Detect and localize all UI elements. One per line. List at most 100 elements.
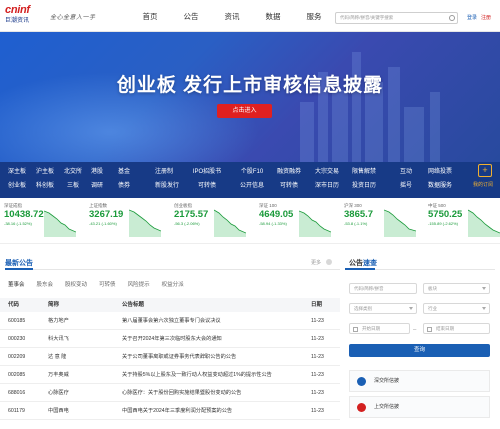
nav-services[interactable]: 服务 bbox=[294, 0, 334, 32]
quick-item[interactable]: 注册制 bbox=[150, 167, 178, 177]
quick-item[interactable]: 个股F10 bbox=[236, 167, 268, 177]
quick-item[interactable]: 债券 bbox=[110, 181, 138, 191]
quick-item[interactable]: 港股 bbox=[83, 167, 111, 177]
quick-item[interactable]: 限售解禁 bbox=[347, 167, 381, 177]
quick-item[interactable]: 网络投票 bbox=[423, 167, 457, 177]
nav-news[interactable]: 资讯 bbox=[212, 0, 252, 32]
row-title[interactable]: 关于持股5%以上股东及一致行动人权益变动超过1%的提示性公告 bbox=[122, 366, 307, 384]
quick-item[interactable]: 基金 bbox=[110, 167, 138, 177]
more-arrow-icon[interactable] bbox=[326, 259, 332, 265]
index-card[interactable]: 沪深 300 3865.7 -53.8 (-1.1%) bbox=[344, 203, 416, 241]
row-name[interactable]: 万丰奥威 bbox=[48, 366, 69, 384]
tab-shareholders[interactable]: 股东会 bbox=[37, 280, 54, 288]
row-name[interactable]: 达 意 隆 bbox=[48, 348, 66, 366]
banner-enter-button[interactable]: 点击进入 bbox=[217, 104, 272, 118]
quick-item[interactable]: 可转债 bbox=[272, 181, 306, 191]
register-link[interactable]: 注册 bbox=[481, 14, 491, 21]
szse-logo-icon bbox=[357, 377, 366, 386]
end-date-input[interactable]: 结束日期 bbox=[423, 323, 490, 334]
quick-item[interactable]: 大宗交易 bbox=[310, 167, 344, 177]
login-link[interactable]: 登录 bbox=[467, 14, 477, 21]
row-name[interactable]: 心脉医疗 bbox=[48, 384, 69, 402]
announcement-tabs: 董事会 股东会 股权变动 可转债 风险提示 权益分派 bbox=[8, 280, 196, 288]
row-title[interactable]: 心脉医疗：关于股份回购实施结果暨股份变动的公告 bbox=[122, 384, 307, 402]
my-subscription-label[interactable]: 我的订阅 bbox=[473, 181, 493, 188]
tab-convertible[interactable]: 可转债 bbox=[99, 280, 116, 288]
quick-item[interactable]: 摇号 bbox=[392, 181, 420, 191]
row-title[interactable]: 关于召开2024年第三次临时股东大会的通知 bbox=[122, 330, 307, 348]
quick-item[interactable]: 科创板 bbox=[31, 181, 59, 191]
quick-query-title-b: 速查 bbox=[363, 260, 377, 267]
index-card[interactable]: 上证指数 3267.19 -43.21 (-1.60%) bbox=[89, 203, 161, 241]
plate-select[interactable]: 板块 bbox=[423, 283, 490, 294]
quick-item[interactable]: 互动 bbox=[392, 167, 420, 177]
quick-item[interactable]: IPO招股书 bbox=[187, 167, 227, 177]
quick-item[interactable]: 深主板 bbox=[3, 167, 31, 177]
industry-select-label: 行业 bbox=[428, 306, 437, 311]
row-code: 600185 bbox=[8, 318, 26, 324]
quick-item[interactable]: 调研 bbox=[83, 181, 111, 191]
table-row[interactable]: 002209 达 意 隆 关于公司董事离职或证券事务代表辞职公告的公告 11-2… bbox=[0, 348, 340, 366]
quick-item[interactable]: 融资融券 bbox=[272, 167, 306, 177]
sse-disclosure-link[interactable]: 上交所信披 bbox=[349, 396, 490, 418]
search-input[interactable]: 代码/简称/拼音/关键字搜索 bbox=[335, 12, 458, 24]
code-search-placeholder: 代码/简称/拼音 bbox=[354, 286, 384, 291]
building-graphic bbox=[352, 52, 361, 162]
hero-banner[interactable]: 创业板 发行上市审核信息披露 点击进入 bbox=[0, 32, 500, 162]
industry-select[interactable]: 行业 bbox=[423, 303, 490, 314]
quick-query-title: 公告速查 bbox=[349, 258, 377, 268]
table-row[interactable]: 688016 心脉医疗 心脉医疗：关于股份回购实施结果暨股份变动的公告 11-2… bbox=[0, 384, 340, 402]
subscribe-icon[interactable]: + bbox=[478, 164, 492, 177]
row-date: 11-23 bbox=[311, 390, 324, 396]
table-row[interactable]: 002085 万丰奥威 关于持股5%以上股东及一致行动人权益变动超过1%的提示性… bbox=[0, 366, 340, 384]
szse-disclosure-link[interactable]: 深交所信披 bbox=[349, 370, 490, 392]
more-link[interactable]: 更多 bbox=[311, 259, 321, 266]
tab-equity-change[interactable]: 股权变动 bbox=[65, 280, 87, 288]
nav-announcements[interactable]: 公告 bbox=[171, 0, 211, 32]
index-card[interactable]: 中证 500 5750.25 -155.89 (-2.62%) bbox=[428, 203, 500, 241]
tab-board[interactable]: 董事会 bbox=[8, 280, 25, 288]
search-icon[interactable] bbox=[449, 15, 455, 21]
quick-item[interactable]: 新股发行 bbox=[150, 181, 184, 191]
szse-disclosure-label: 深交所信披 bbox=[374, 378, 400, 384]
index-sparkline bbox=[384, 209, 416, 237]
index-card[interactable]: 深证成指 10438.72 -38.16 (-1.52%) bbox=[4, 203, 76, 241]
table-row[interactable]: 600185 格力地产 第八届董事会第六次独立董事专门会议决议 11-23 bbox=[0, 312, 340, 330]
index-sparkline bbox=[214, 209, 246, 237]
quick-item[interactable]: 可转债 bbox=[187, 181, 227, 191]
quick-item[interactable]: 数据服务 bbox=[423, 181, 457, 191]
query-button[interactable]: 查询 bbox=[349, 344, 490, 357]
announcements-title: 最新公告 bbox=[5, 260, 33, 267]
section-divider bbox=[5, 268, 340, 270]
table-row[interactable]: 000230 科大讯飞 关于召开2024年第三次临时股东大会的通知 11-23 bbox=[0, 330, 340, 348]
row-title[interactable]: 关于公司董事离职或证券事务代表辞职公告的公告 bbox=[122, 348, 307, 366]
quick-item[interactable]: 沪主板 bbox=[31, 167, 59, 177]
quick-item[interactable]: 深市日历 bbox=[310, 181, 344, 191]
row-name[interactable]: 科大讯飞 bbox=[48, 330, 69, 348]
start-date-placeholder: 开始日期 bbox=[362, 326, 380, 331]
index-sparkline bbox=[299, 210, 331, 237]
start-date-input[interactable]: 开始日期 bbox=[349, 323, 410, 334]
chevron-down-icon bbox=[482, 307, 486, 310]
row-code: 688016 bbox=[8, 390, 26, 396]
logo[interactable]: cninf 巨潮资讯 bbox=[5, 5, 45, 27]
code-search-input[interactable]: 代码/简称/拼音 bbox=[349, 283, 417, 294]
table-row[interactable]: 601179 中国西电 中国西电关于2024年三季度利润分配预案的公告 11-2… bbox=[0, 402, 340, 420]
category-select[interactable]: 选择类别 bbox=[349, 303, 417, 314]
nav-data[interactable]: 数据 bbox=[253, 0, 293, 32]
quick-item[interactable]: 投资日历 bbox=[347, 181, 381, 191]
row-name[interactable]: 中国西电 bbox=[48, 402, 69, 420]
quick-item[interactable]: 公开信息 bbox=[236, 181, 268, 191]
section-divider bbox=[345, 268, 495, 270]
index-card[interactable]: 创业板指 2175.57 -56.3 (-2.06%) bbox=[174, 203, 246, 241]
row-title[interactable]: 第八届董事会第六次独立董事专门会议决议 bbox=[122, 312, 307, 330]
tab-dividend[interactable]: 权益分派 bbox=[162, 280, 184, 288]
row-title[interactable]: 中国西电关于2024年三季度利润分配预案的公告 bbox=[122, 402, 307, 420]
nav-home[interactable]: 首页 bbox=[130, 0, 170, 32]
chevron-down-icon bbox=[409, 307, 413, 310]
sse-disclosure-label: 上交所信披 bbox=[374, 404, 400, 410]
index-card[interactable]: 深证 100 4649.05 -58.94 (-1.33%) bbox=[259, 203, 331, 241]
tab-risk[interactable]: 风险提示 bbox=[128, 280, 150, 288]
row-name[interactable]: 格力地产 bbox=[48, 312, 69, 330]
quick-item[interactable]: 创业板 bbox=[3, 181, 31, 191]
